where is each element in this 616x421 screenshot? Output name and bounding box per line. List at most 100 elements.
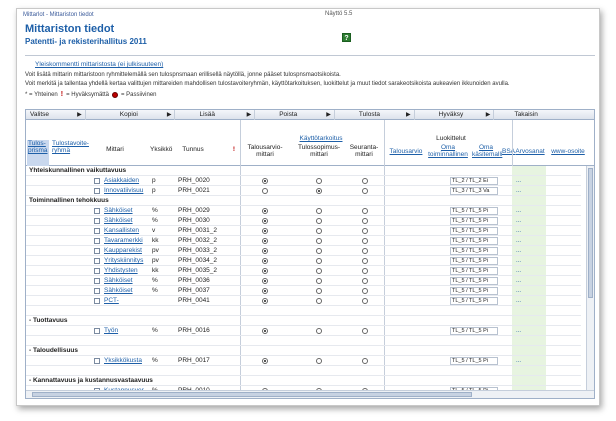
radio-talousarvio[interactable]	[262, 228, 268, 234]
radio-talousarvio[interactable]	[262, 208, 268, 214]
radio-talousarvio[interactable]	[262, 358, 268, 364]
radio-tulossopimus[interactable]	[316, 228, 322, 234]
radio-seuranta[interactable]	[362, 238, 368, 244]
metric-link[interactable]: Yhdistysten	[104, 266, 148, 276]
radio-seuranta[interactable]	[362, 248, 368, 254]
classification-field[interactable]: TL_5 / TL_5 Pi	[450, 327, 498, 335]
radio-talousarvio[interactable]	[262, 178, 268, 184]
radio-tulossopimus[interactable]	[316, 188, 322, 194]
arvosanat-link[interactable]: ...	[516, 226, 528, 236]
radio-tulossopimus[interactable]	[316, 358, 322, 364]
radio-seuranta[interactable]	[362, 188, 368, 194]
scroll-thumb[interactable]	[32, 392, 472, 397]
row-checkbox[interactable]	[94, 248, 100, 254]
menu-lisaa[interactable]: Lisää ▶	[175, 110, 256, 120]
radio-seuranta[interactable]	[362, 328, 368, 334]
vertical-scrollbar[interactable]	[586, 166, 594, 390]
classification-field[interactable]: TL_5 / TL_5 Pi	[450, 227, 498, 235]
header-oma-kasitemalli[interactable]: Oma käsitemalli	[472, 144, 502, 158]
arvosanat-link[interactable]: ...	[516, 236, 528, 246]
metric-link[interactable]: Asiakkaiden	[104, 176, 148, 186]
radio-talousarvio[interactable]	[262, 218, 268, 224]
radio-tulossopimus[interactable]	[316, 178, 322, 184]
horizontal-scrollbar[interactable]	[26, 390, 594, 398]
classification-field[interactable]: TL_5 / TL_5 Pi	[450, 287, 498, 295]
radio-tulossopimus[interactable]	[316, 258, 322, 264]
classification-field[interactable]: TL_3 / TL_3 Va	[450, 187, 498, 195]
row-checkbox[interactable]	[94, 328, 100, 334]
radio-talousarvio[interactable]	[262, 238, 268, 244]
arvosanat-link[interactable]: ...	[516, 256, 528, 266]
row-checkbox[interactable]	[94, 268, 100, 274]
menu-poista[interactable]: Poista ▶	[255, 110, 335, 120]
radio-talousarvio[interactable]	[262, 288, 268, 294]
metric-link[interactable]: Yksikkökusta	[104, 356, 148, 366]
classification-field[interactable]: TL_5 / TL_5 Pi	[450, 217, 498, 225]
classification-field[interactable]: TL_5 / TL_5 Pi	[450, 247, 498, 255]
metric-link[interactable]: Yrityskiinnitys	[104, 256, 148, 266]
help-icon[interactable]: ?	[342, 33, 351, 42]
metric-link[interactable]: Sähköiset	[104, 286, 148, 296]
arvosanat-link[interactable]: ...	[516, 266, 528, 276]
radio-seuranta[interactable]	[362, 358, 368, 364]
metric-link[interactable]: Kansallisten	[104, 226, 148, 236]
row-checkbox[interactable]	[94, 178, 100, 184]
general-comment-link[interactable]: Yleiskommentti mittaristosta (ei julkisu…	[35, 61, 163, 68]
radio-tulossopimus[interactable]	[316, 298, 322, 304]
header-oma-toiminnallinen[interactable]: Oma toiminnallinen	[428, 144, 468, 158]
row-checkbox[interactable]	[94, 228, 100, 234]
radio-tulossopimus[interactable]	[316, 248, 322, 254]
radio-seuranta[interactable]	[362, 208, 368, 214]
row-checkbox[interactable]	[94, 218, 100, 224]
radio-seuranta[interactable]	[362, 268, 368, 274]
arvosanat-link[interactable]: ...	[516, 276, 528, 286]
classification-field[interactable]: TL_5 / TL_5 Pi	[450, 207, 498, 215]
radio-tulossopimus[interactable]	[316, 278, 322, 284]
radio-seuranta[interactable]	[362, 398, 368, 399]
classification-field[interactable]: TL_5 / TL_5 Pi	[450, 357, 498, 365]
arvosanat-link[interactable]: ...	[516, 326, 528, 336]
classification-field[interactable]: TL_5 / TL_5 Pi	[450, 237, 498, 245]
arvosanat-link[interactable]: ...	[516, 286, 528, 296]
row-checkbox[interactable]	[94, 188, 100, 194]
radio-tulossopimus[interactable]	[316, 208, 322, 214]
menu-hyvaksy[interactable]: Hyväksy ▶	[415, 110, 495, 120]
row-checkbox[interactable]	[94, 398, 100, 399]
metric-link[interactable]: Innovatiivisuu	[104, 186, 148, 196]
radio-talousarvio[interactable]	[262, 398, 268, 399]
metric-link[interactable]: Sähköiset	[104, 206, 148, 216]
arvosanat-link[interactable]: ...	[516, 206, 528, 216]
radio-seuranta[interactable]	[362, 278, 368, 284]
radio-talousarvio[interactable]	[262, 188, 268, 194]
menu-valitse[interactable]: Valitse ▶	[26, 110, 86, 120]
header-www-osoite[interactable]: www-osoite	[550, 148, 586, 155]
arvosanat-link[interactable]: ...	[516, 296, 528, 306]
radio-seuranta[interactable]	[362, 178, 368, 184]
arvosanat-link[interactable]: ...	[516, 216, 528, 226]
menu-kopioi[interactable]: Kopioi ▶	[86, 110, 176, 120]
row-checkbox[interactable]	[94, 238, 100, 244]
classification-field[interactable]: TL_5 / TL_5 Pi	[450, 277, 498, 285]
header-tulostavoiteryhma[interactable]: Tulostavoite-ryhmä	[52, 140, 98, 154]
header-kayttotarkoitus[interactable]: Käyttötarkoitus	[292, 135, 350, 142]
breadcrumb[interactable]: Mittarlot - Mittariston tiedot	[23, 12, 94, 18]
radio-seuranta[interactable]	[362, 288, 368, 294]
header-talousarvio[interactable]: Talousarvio	[386, 148, 426, 155]
metric-link[interactable]: Sähköiset	[104, 276, 148, 286]
row-checkbox[interactable]	[94, 288, 100, 294]
radio-tulossopimus[interactable]	[316, 218, 322, 224]
metric-link[interactable]: PCT-	[104, 296, 148, 306]
radio-talousarvio[interactable]	[262, 298, 268, 304]
radio-tulossopimus[interactable]	[316, 268, 322, 274]
row-checkbox[interactable]	[94, 258, 100, 264]
classification-field[interactable]: TL_5 / TL_5 Pi	[450, 257, 498, 265]
scroll-thumb[interactable]	[588, 168, 593, 298]
metric-link[interactable]: Tavaramerkki	[104, 236, 148, 246]
radio-talousarvio[interactable]	[262, 268, 268, 274]
radio-seuranta[interactable]	[362, 228, 368, 234]
radio-talousarvio[interactable]	[262, 248, 268, 254]
arvosanat-link[interactable]: ...	[516, 246, 528, 256]
row-checkbox[interactable]	[94, 208, 100, 214]
radio-tulossopimus[interactable]	[316, 328, 322, 334]
arvosanat-link[interactable]: ...	[516, 356, 528, 366]
